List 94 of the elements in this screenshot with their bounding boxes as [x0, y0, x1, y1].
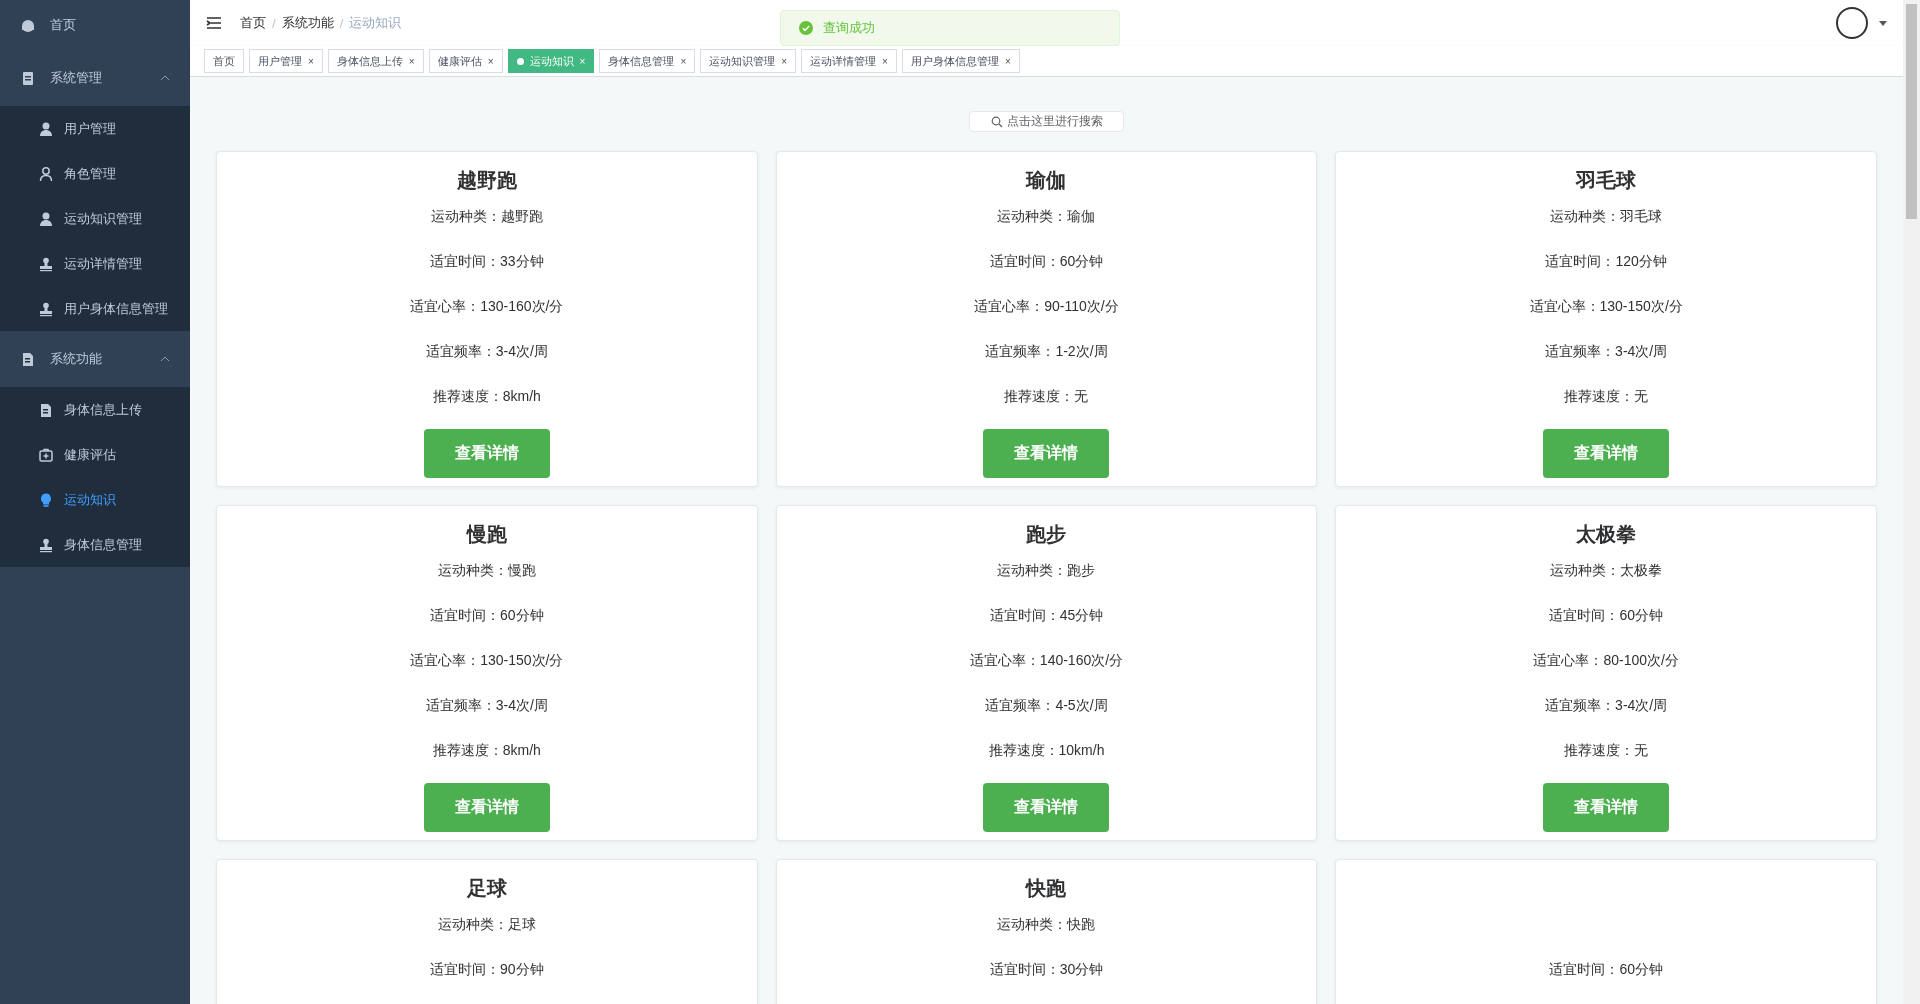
card-text: 运动种类：跑步	[997, 561, 1096, 580]
card-text: 运动种类：羽毛球	[1550, 207, 1663, 226]
card-text: 运动种类：快跑	[997, 915, 1096, 934]
card-text: 适宜心率：130-160次/分	[410, 297, 564, 316]
stamp-icon	[38, 255, 54, 272]
document-icon	[20, 351, 36, 367]
breadcrumb-separator: /	[272, 15, 276, 31]
tab[interactable]: 用户身体信息管理 ×	[901, 49, 1020, 73]
card-text: 适宜心率：130-150次/分	[1529, 297, 1683, 316]
menu-item[interactable]: 用户管理	[0, 106, 190, 151]
card-text: 适宜心率：130-150次/分	[410, 651, 564, 670]
tab[interactable]: 首页	[204, 49, 244, 73]
card-text: 推荐速度：8km/h	[432, 741, 541, 760]
stamp-icon	[38, 300, 54, 317]
tab[interactable]: 身体信息管理 ×	[599, 49, 696, 73]
menu-item[interactable]: 健康评估	[0, 432, 190, 477]
close-button[interactable]: ×	[408, 55, 415, 67]
card-text: 适宜频率：3-4次/周	[1545, 696, 1668, 715]
medkit-icon	[38, 446, 54, 463]
breadcrumb-item[interactable]: 首页	[240, 14, 266, 32]
card-title: 羽毛球	[1576, 168, 1637, 193]
close-button[interactable]: ×	[680, 55, 687, 67]
card-text: 适宜频率：1-2次/周	[985, 342, 1108, 361]
document-icon	[38, 401, 54, 418]
tab[interactable]: 身体信息上传 ×	[327, 49, 424, 73]
stamp-icon	[38, 536, 54, 553]
card-title: 慢跑	[466, 522, 507, 547]
card-text: 推荐速度：无	[1004, 387, 1089, 406]
card-text: 适宜频率：3-4次/周	[425, 342, 548, 361]
card-title: 越野跑	[456, 168, 517, 193]
breadcrumb-item: 运动知识	[349, 14, 402, 32]
card-text: 推荐速度：10km/h	[988, 741, 1105, 760]
card-text: 适宜频率：3-4次/周	[425, 696, 548, 715]
card-text: 适宜时间：60分钟	[1549, 606, 1663, 625]
breadcrumb-item[interactable]: 系统功能	[281, 14, 334, 32]
card-text: 适宜时间：90分钟	[430, 960, 544, 979]
menu-icon[interactable]	[206, 16, 222, 30]
card-text: 运动种类：足球	[437, 915, 536, 934]
card-title: 瑜伽	[1026, 168, 1067, 193]
close-button[interactable]: ×	[1004, 55, 1011, 67]
close-button[interactable]: ×	[781, 55, 788, 67]
menu-item[interactable]: 运动知识	[0, 477, 190, 522]
clipboard-icon	[20, 70, 36, 86]
card-text: 运动种类：瑜伽	[997, 207, 1096, 226]
tab[interactable]: 健康评估 ×	[428, 49, 503, 73]
close-button[interactable]: ×	[882, 55, 888, 67]
bulb-icon	[38, 491, 54, 508]
card-text: 推荐速度：无	[1564, 741, 1649, 760]
tab[interactable]: 运动详情管理 ×	[801, 49, 897, 73]
menu-item[interactable]: 身体信息上传	[0, 387, 190, 432]
card-title: 跑步	[1026, 522, 1067, 547]
status-dot	[516, 57, 524, 65]
check-circle-icon	[799, 21, 813, 35]
user-icon	[38, 210, 54, 227]
avatar[interactable]	[1835, 6, 1869, 40]
toast-message: 查询成功	[823, 19, 875, 37]
user-icon	[38, 120, 54, 137]
menu-item[interactable]: 身体信息管理	[0, 522, 190, 567]
menu-item[interactable]: 运动知识管理	[0, 196, 190, 241]
caret-down-icon[interactable]	[1879, 20, 1887, 26]
card-text: 运动种类：慢跑	[437, 561, 536, 580]
tab[interactable]: 用户管理 ×	[249, 49, 323, 73]
tab[interactable]: 运动知识管理 ×	[700, 49, 797, 73]
card-text: 适宜心率：80-100次/分	[1533, 651, 1679, 670]
user-icon	[38, 165, 54, 182]
close-button[interactable]: ×	[487, 55, 494, 67]
card-text: 适宜时间：60分钟	[430, 606, 544, 625]
card-text: 适宜心率：90-110次/分	[974, 297, 1119, 316]
breadcrumb-separator: /	[339, 15, 344, 31]
card-text: 适宜时间：60分钟	[1549, 960, 1663, 979]
dashboard-icon	[20, 17, 36, 33]
card-title: 快跑	[1026, 876, 1067, 901]
card-text: 适宜频率：3-4次/周	[1545, 342, 1668, 361]
scrollbar[interactable]	[1903, 0, 1920, 1004]
card-text: 适宜时间：45分钟	[989, 606, 1104, 625]
card-text: 适宜时间：60分钟	[989, 252, 1104, 271]
close-button[interactable]: ×	[308, 55, 314, 67]
card-text: 适宜心率：140-160次/分	[969, 651, 1124, 670]
card-text: 适宜时间：30分钟	[989, 960, 1104, 979]
card-text: 推荐速度：8km/h	[432, 387, 541, 406]
card-text: 适宜时间：33分钟	[430, 252, 544, 271]
card-text: 推荐速度：无	[1564, 387, 1649, 406]
card-title: 太极拳	[1576, 522, 1637, 547]
card-title: 足球	[466, 876, 507, 901]
card-text: 适宜频率：4-5次/周	[985, 696, 1108, 715]
menu-item[interactable]: 用户身体信息管理	[0, 286, 190, 331]
menu-item[interactable]: 运动详情管理	[0, 241, 190, 286]
search-button[interactable]: 点击这里进行搜索	[969, 111, 1124, 132]
card-text: 适宜时间：120分钟	[1545, 252, 1667, 271]
card-text: 运动种类：越野跑	[430, 207, 543, 226]
menu-item[interactable]: 首页	[0, 0, 190, 50]
menu-item[interactable]: 角色管理	[0, 151, 190, 196]
card-text: 运动种类：太极拳	[1550, 561, 1663, 580]
search-icon	[990, 115, 1003, 128]
